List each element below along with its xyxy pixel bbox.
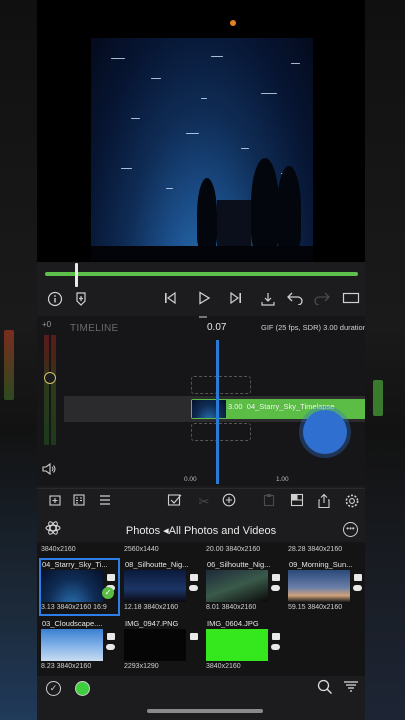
- speaker-icon[interactable]: [42, 462, 56, 479]
- preview-frame-starry-sky: [91, 38, 313, 260]
- media-item-meta: 12.18 3840x2160: [124, 604, 179, 611]
- marker-icon[interactable]: [70, 291, 92, 311]
- select-mode-icon[interactable]: ✓: [46, 681, 61, 696]
- paste-icon: [259, 493, 279, 511]
- media-badges: [270, 572, 282, 600]
- add-icon[interactable]: [219, 493, 239, 511]
- select-icon[interactable]: [165, 493, 185, 511]
- media-thumbnail: [124, 570, 186, 602]
- row-dimension-text: 20.00 3840x2160: [206, 546, 261, 553]
- layout-icon[interactable]: [287, 493, 307, 511]
- media-thumbnail: [41, 629, 103, 661]
- media-badges: [105, 631, 117, 659]
- ground: [91, 246, 313, 260]
- media-thumbnail: [206, 570, 268, 602]
- skip-end-icon[interactable]: [225, 291, 247, 311]
- skip-start-icon[interactable]: [159, 291, 181, 311]
- media-thumbnail: [206, 629, 268, 661]
- volume-knob[interactable]: [44, 372, 56, 384]
- media-item[interactable]: 08_Silhoutte_Nig... 12.18 3840x2160: [124, 560, 201, 611]
- media-item-name: 08_Silhoutte_Nig...: [125, 560, 189, 569]
- more-options-icon[interactable]: •••: [343, 522, 358, 537]
- inspector-icon[interactable]: [69, 493, 89, 511]
- media-item[interactable]: 04_Starry_Sky_Ti... ✓ 3.13 3840x2160 16:…: [39, 558, 120, 616]
- media-item[interactable]: IMG_0604.JPG 3840x2160: [206, 619, 283, 670]
- backdrop-clip-glow: [373, 380, 383, 416]
- edit-toolbar: ✂: [37, 488, 365, 514]
- blurred-backdrop-left: [0, 0, 37, 720]
- clip-label: 3.00 04_Starry_Sky_Timelapse: [228, 402, 335, 411]
- added-check-icon: ✓: [102, 587, 114, 599]
- media-browser-title[interactable]: Photos ◂All Photos and Videos: [37, 524, 365, 537]
- settings-icon[interactable]: [342, 493, 362, 511]
- tree-silhouette: [277, 166, 301, 250]
- home-indicator: [147, 709, 263, 713]
- sort-icon[interactable]: [343, 680, 359, 697]
- playback-toolbar: [37, 289, 365, 313]
- timeline-format-info[interactable]: GIF (25 fps, SDR) 3.00 duration: [261, 323, 365, 332]
- undo-icon[interactable]: [284, 291, 306, 311]
- preview-scrubber-handle[interactable]: [75, 263, 78, 287]
- chapel-silhouette: [217, 200, 251, 248]
- ruler-tick-0: 0.00: [184, 476, 197, 483]
- media-thumbnail: [124, 629, 186, 661]
- audio-meters: [42, 321, 58, 451]
- media-item-meta: 59.15 3840x2160: [288, 604, 343, 611]
- media-item[interactable]: 06_Silhoutte_Nig... 8.01 3840x2160: [206, 560, 283, 611]
- media-badges: [188, 631, 200, 659]
- media-thumbnail: [41, 570, 103, 602]
- media-item-name: 03_Cloudscape....: [42, 619, 103, 628]
- timeline-title: TIMELINE: [70, 323, 119, 334]
- list-icon[interactable]: [95, 493, 115, 511]
- green-filter-icon[interactable]: [75, 681, 90, 696]
- cut-icon: ✂: [198, 494, 210, 509]
- play-icon[interactable]: [193, 291, 215, 311]
- playhead[interactable]: [216, 340, 219, 484]
- timeline-drag-handle[interactable]: [199, 316, 207, 318]
- export-icon[interactable]: [257, 291, 279, 311]
- redo-icon: [311, 291, 333, 311]
- search-icon[interactable]: [317, 679, 333, 698]
- media-badges: [188, 572, 200, 600]
- timeline-current-time: 0.07: [207, 322, 227, 333]
- add-media-icon[interactable]: [45, 493, 65, 511]
- media-item-meta: 8.23 3840x2160: [41, 663, 92, 670]
- share-icon[interactable]: [314, 493, 334, 511]
- ruler-tick-1: 1.00: [276, 476, 289, 483]
- media-item-meta: 2293x1290: [124, 663, 159, 670]
- drop-zone-lower[interactable]: [191, 423, 251, 441]
- row-dimension-text: 28.28 3840x2160: [288, 546, 343, 553]
- media-thumbnail: [288, 570, 350, 602]
- media-item[interactable]: 09_Morning_Sun... 59.15 3840x2160: [288, 560, 365, 611]
- aspect-icon[interactable]: [340, 291, 362, 311]
- clip-thumbnail: [192, 400, 226, 418]
- tree-silhouette: [197, 178, 217, 250]
- video-preview[interactable]: [37, 0, 365, 262]
- media-item-name: IMG_0604.JPG: [207, 619, 259, 628]
- media-item-meta: 8.01 3840x2160: [206, 604, 257, 611]
- blurred-backdrop-right: [365, 0, 405, 720]
- drop-zone-upper[interactable]: [191, 376, 251, 394]
- media-item-name: 06_Silhoutte_Nig...: [207, 560, 271, 569]
- media-item-meta: 3.13 3840x2160 16:9: [41, 604, 107, 611]
- preview-scrubber-track[interactable]: [45, 272, 358, 276]
- media-item[interactable]: 03_Cloudscape.... 8.23 3840x2160: [41, 619, 118, 670]
- row-dimension-text: 3840x2160: [41, 546, 76, 553]
- media-badges: [270, 631, 282, 659]
- dynamic-island: [155, 10, 251, 36]
- media-item-name: 09_Morning_Sun...: [289, 560, 353, 569]
- tree-silhouette: [251, 158, 279, 250]
- media-item-name: IMG_0947.PNG: [125, 619, 179, 628]
- info-icon[interactable]: [44, 291, 66, 311]
- media-item[interactable]: IMG_0947.PNG 2293x1290: [124, 619, 201, 670]
- touch-indicator: [303, 410, 347, 454]
- media-item-meta: 3840x2160: [206, 663, 241, 670]
- backdrop-meter-glow: [4, 330, 14, 400]
- recording-dot-icon: [230, 20, 236, 26]
- media-badges: [352, 572, 364, 600]
- app-window: +0 TIMELINE 0.07 GIF (25 fps, SDR) 3.00 …: [37, 0, 365, 720]
- media-item-name: 04_Starry_Sky_Ti...: [42, 560, 108, 569]
- row-dimension-text: 2560x1440: [124, 546, 159, 553]
